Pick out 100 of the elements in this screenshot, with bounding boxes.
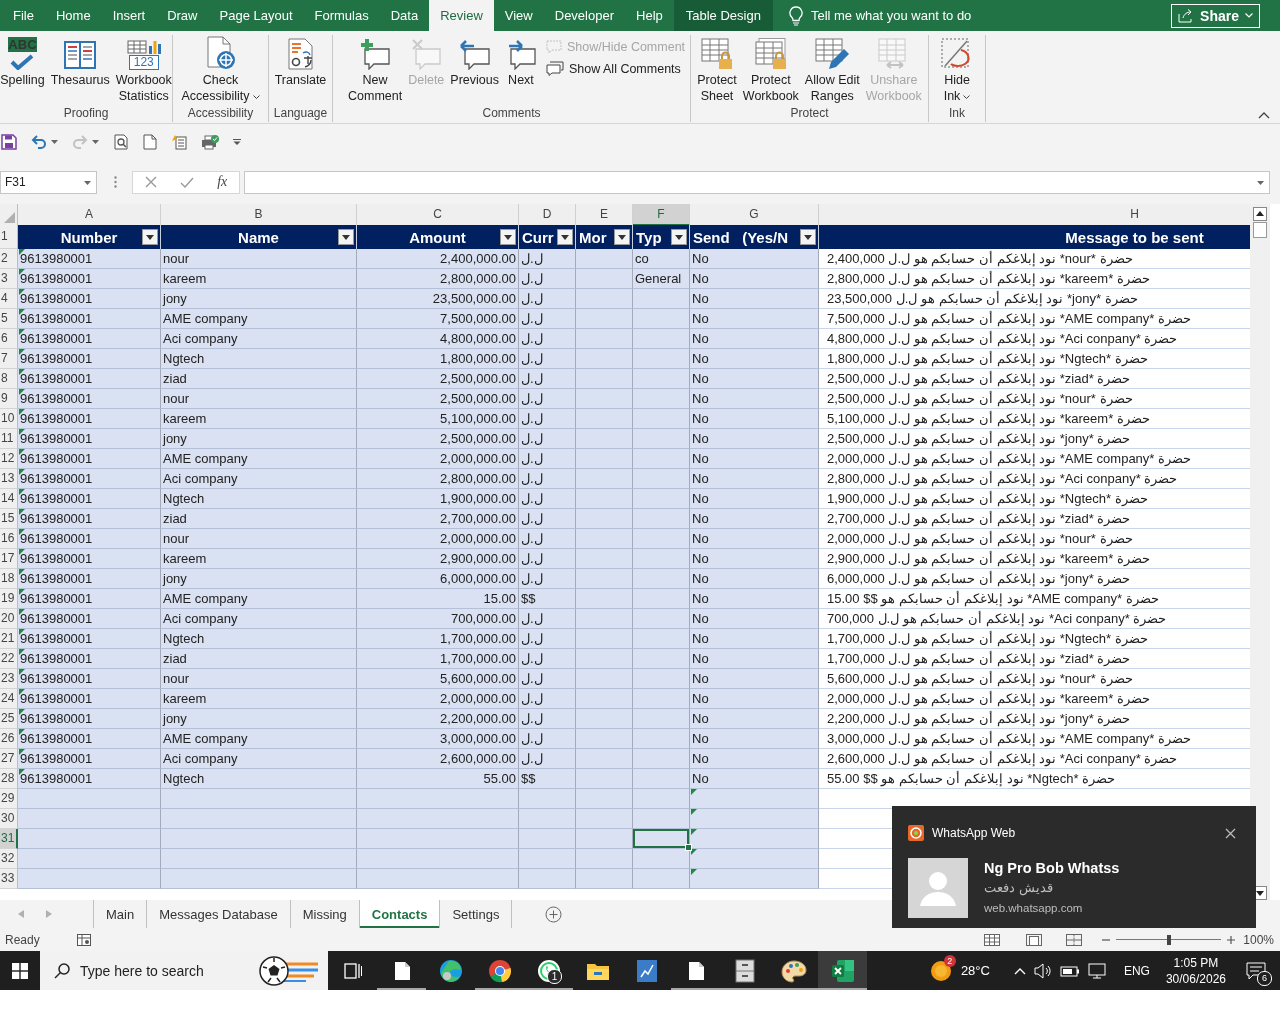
filter-button[interactable] xyxy=(614,229,630,245)
table-cell[interactable]: ل.ل xyxy=(519,249,576,269)
table-cell[interactable]: حضرة *AME company* نود إبلاغكم أن حسابكم هو ل.ل 2,000,000 xyxy=(819,449,1250,469)
row-header[interactable]: 19 xyxy=(0,589,18,609)
table-cell[interactable]: حضرة *jony* نود إبلاغكم أن حسابكم هو ل.ل 6,000,000 xyxy=(819,569,1250,589)
ribbon-tab[interactable]: Draw xyxy=(156,0,209,31)
table-cell[interactable]: ل.ل xyxy=(519,509,576,529)
table-cell[interactable]: No xyxy=(690,649,819,669)
table-cell[interactable] xyxy=(633,509,690,529)
table-cell[interactable] xyxy=(357,869,519,889)
table-cell[interactable]: 9613980001 xyxy=(18,549,161,569)
table-cell[interactable] xyxy=(576,489,633,509)
table-cell[interactable] xyxy=(357,829,519,849)
table-cell[interactable]: حضرة *kareem* نود إبلاغكم أن حسابكم هو ل.ل 5,100,000 xyxy=(819,409,1250,429)
table-cell[interactable] xyxy=(576,329,633,349)
table-cell[interactable] xyxy=(576,869,633,889)
filter-button[interactable] xyxy=(557,229,573,245)
table-cell[interactable]: No xyxy=(690,529,819,549)
macro-record-icon[interactable] xyxy=(76,933,91,946)
zoom-slider-thumb[interactable] xyxy=(1166,934,1171,945)
ribbon-tab[interactable]: Formulas xyxy=(303,0,380,31)
header-cell[interactable]: Curr xyxy=(519,225,576,249)
workbook-statistics-button[interactable]: 123 Workbook Statistics xyxy=(114,35,173,104)
header-cell[interactable]: Mor xyxy=(576,225,633,249)
table-cell[interactable]: ل.ل xyxy=(519,289,576,309)
table-cell[interactable]: No xyxy=(690,609,819,629)
table-cell[interactable]: حضرة *kareem* نود إبلاغكم أن حسابكم هو ل.ل 2,900,000 xyxy=(819,549,1250,569)
table-cell[interactable] xyxy=(633,609,690,629)
table-cell[interactable] xyxy=(161,809,357,829)
column-header[interactable]: F xyxy=(633,204,690,226)
table-cell[interactable] xyxy=(18,849,161,869)
table-cell[interactable]: No xyxy=(690,269,819,289)
ribbon-tab[interactable]: View xyxy=(493,0,544,31)
table-cell[interactable] xyxy=(633,789,690,809)
table-cell[interactable]: ل.ل xyxy=(519,729,576,749)
table-cell[interactable]: kareem xyxy=(161,409,357,429)
table-cell[interactable]: No xyxy=(690,509,819,529)
table-cell[interactable]: AME company xyxy=(161,449,357,469)
table-cell[interactable]: No xyxy=(690,429,819,449)
table-cell[interactable]: حضرة *Aci conpany* نود إبلاغكم أن حسابكم هو ل.ل 2,600,000 xyxy=(819,749,1250,769)
table-cell[interactable] xyxy=(161,849,357,869)
header-cell[interactable]: Send (Yes/N xyxy=(690,225,819,249)
table-cell[interactable]: nour xyxy=(161,529,357,549)
table-cell[interactable]: حضرة *kareem* نود إبلاغكم أن حسابكم هو ل.ل 2,800,000 xyxy=(819,269,1250,289)
table-cell[interactable] xyxy=(690,789,819,809)
allow-edit-ranges-button[interactable]: Allow Edit Ranges xyxy=(803,35,861,104)
table-cell[interactable]: 9613980001 xyxy=(18,489,161,509)
row-header[interactable]: 30 xyxy=(0,809,18,829)
expand-caret-icon[interactable] xyxy=(1257,180,1264,185)
table-cell[interactable]: حضرة *jony* نود إبلاغكم أن حسابكم هو ل.ل 23,500,000 xyxy=(819,289,1250,309)
table-cell[interactable]: jony xyxy=(161,709,357,729)
table-cell[interactable] xyxy=(633,829,690,849)
table-cell[interactable]: No xyxy=(690,769,819,789)
filter-button[interactable] xyxy=(671,229,687,245)
table-cell[interactable]: حضرة *Ngtech* نود إبلاغكم أن حسابكم هو ل.ل 1,800,000 xyxy=(819,349,1250,369)
share-button[interactable]: Share xyxy=(1171,3,1260,28)
zoom-in-icon[interactable] xyxy=(1227,935,1236,944)
table-cell[interactable]: ل.ل xyxy=(519,449,576,469)
row-header[interactable]: 33 xyxy=(0,869,18,889)
row-header[interactable]: 12 xyxy=(0,449,18,469)
table-cell[interactable]: 2,900,000.00 xyxy=(357,549,519,569)
table-cell[interactable]: 9613980001 xyxy=(18,369,161,389)
sheet-tab[interactable]: Contacts xyxy=(359,900,441,928)
table-cell[interactable]: jony xyxy=(161,289,357,309)
collapse-ribbon-icon[interactable] xyxy=(1258,112,1270,119)
table-cell[interactable]: nour xyxy=(161,389,357,409)
caret-icon[interactable] xyxy=(51,140,58,144)
table-cell[interactable]: حضرة *nour* نود إبلاغكم أن حسابكم هو ل.ل 2,500,000 xyxy=(819,389,1250,409)
table-cell[interactable] xyxy=(576,429,633,449)
table-cell[interactable]: 1,900,000.00 xyxy=(357,489,519,509)
table-cell[interactable]: ل.ل xyxy=(519,549,576,569)
table-cell[interactable]: 9613980001 xyxy=(18,669,161,689)
spelling-button[interactable]: ABC Spelling xyxy=(0,35,46,88)
table-cell[interactable]: ل.ل xyxy=(519,609,576,629)
table-cell[interactable] xyxy=(633,529,690,549)
header-cell[interactable]: Message to be sent xyxy=(819,225,1250,249)
table-cell[interactable]: Ngtech xyxy=(161,769,357,789)
table-cell[interactable]: ziad xyxy=(161,649,357,669)
table-cell[interactable] xyxy=(633,649,690,669)
table-cell[interactable] xyxy=(633,389,690,409)
table-cell[interactable]: No xyxy=(690,349,819,369)
ribbon-tab[interactable]: Developer xyxy=(543,0,625,31)
table-cell[interactable] xyxy=(633,329,690,349)
table-cell[interactable]: jony xyxy=(161,429,357,449)
table-cell[interactable]: 3,000,000.00 xyxy=(357,729,519,749)
row-header[interactable]: 20 xyxy=(0,609,18,629)
table-cell[interactable]: kareem xyxy=(161,549,357,569)
row-header[interactable]: 7 xyxy=(0,349,18,369)
save-icon[interactable] xyxy=(1,134,17,150)
table-cell[interactable]: 9613980001 xyxy=(18,569,161,589)
table-cell[interactable] xyxy=(633,349,690,369)
header-cell[interactable]: Typ xyxy=(633,225,690,249)
table-cell[interactable] xyxy=(357,789,519,809)
table-cell[interactable] xyxy=(690,869,819,889)
table-cell[interactable]: No xyxy=(690,449,819,469)
next-comment-button[interactable]: Next xyxy=(503,35,538,88)
table-cell[interactable] xyxy=(576,809,633,829)
table-cell[interactable]: AME company xyxy=(161,589,357,609)
zoom-level[interactable]: 100% xyxy=(1243,932,1274,947)
table-cell[interactable] xyxy=(576,689,633,709)
